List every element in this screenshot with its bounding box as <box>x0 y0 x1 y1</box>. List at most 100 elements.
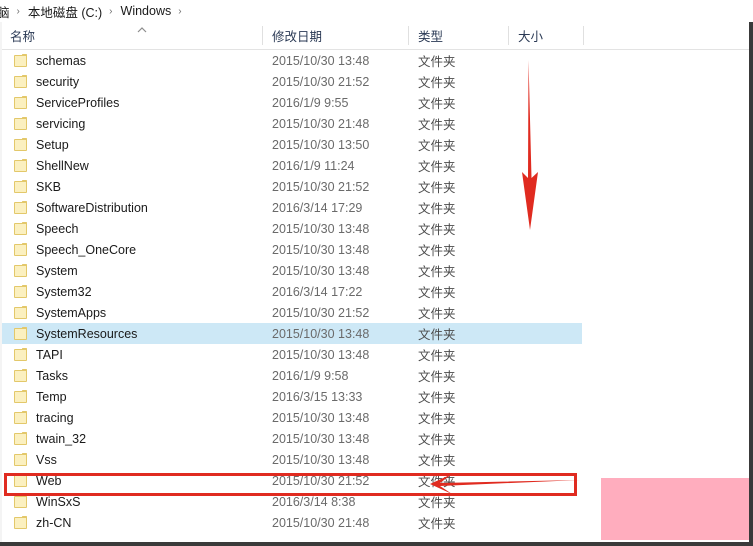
file-name-cell: SystemResources <box>36 326 138 341</box>
file-row[interactable]: SoftwareDistribution 2016/3/14 17:29 文件夹 <box>0 197 753 218</box>
file-date-cell: 2015/10/30 21:52 <box>272 179 370 194</box>
file-date-cell: 2015/10/30 13:48 <box>272 242 370 257</box>
file-row[interactable]: Tasks 2016/1/9 9:58 文件夹 <box>0 365 753 386</box>
folder-icon <box>14 348 28 361</box>
folder-icon-body <box>14 412 27 424</box>
column-header-size[interactable]: 大小 <box>508 22 583 49</box>
folder-icon-body <box>14 202 27 214</box>
folder-icon-body <box>14 517 27 529</box>
file-row[interactable]: WinSxS 2016/3/14 8:38 文件夹 <box>0 491 753 512</box>
folder-icon <box>14 264 28 277</box>
column-header-type-label: 类型 <box>418 30 444 44</box>
file-row[interactable]: SystemResources 2015/10/30 13:48 文件夹 <box>0 323 582 344</box>
file-name-cell: WinSxS <box>36 494 81 509</box>
file-date-cell: 2016/3/14 8:38 <box>272 494 356 509</box>
file-row[interactable]: zh-CN 2015/10/30 21:48 文件夹 <box>0 512 753 533</box>
breadcrumb-separator-icon: › <box>178 5 182 17</box>
file-type-cell: 文件夹 <box>418 223 456 237</box>
file-type-cell: 文件夹 <box>418 118 456 132</box>
column-header-size-label: 大小 <box>518 30 544 44</box>
folder-icon-body <box>14 139 27 151</box>
file-type-cell: 文件夹 <box>418 475 456 489</box>
file-name-cell: Speech_OneCore <box>36 242 137 257</box>
column-header-date-modified[interactable]: 修改日期 <box>262 22 408 49</box>
file-row[interactable]: servicing 2015/10/30 21:48 文件夹 <box>0 113 753 134</box>
file-row[interactable]: ShellNew 2016/1/9 11:24 文件夹 <box>0 155 753 176</box>
folder-icon-body <box>14 391 27 403</box>
folder-icon <box>14 138 28 151</box>
folder-icon-body <box>14 370 27 382</box>
file-name-cell: SystemApps <box>36 305 107 320</box>
file-row[interactable]: tracing 2015/10/30 13:48 文件夹 <box>0 407 753 428</box>
folder-icon <box>14 159 28 172</box>
file-name-cell: security <box>36 74 80 89</box>
column-header-type[interactable]: 类型 <box>408 22 508 49</box>
file-name-cell: Setup <box>36 137 69 152</box>
file-name-cell: Vss <box>36 452 57 467</box>
file-type-cell: 文件夹 <box>418 265 456 279</box>
file-name-cell: Web <box>36 473 62 488</box>
file-type-cell: 文件夹 <box>418 328 456 342</box>
file-row[interactable]: SKB 2015/10/30 21:52 文件夹 <box>0 176 753 197</box>
folder-icon <box>14 306 28 319</box>
file-row[interactable]: security 2015/10/30 21:52 文件夹 <box>0 71 753 92</box>
file-date-cell: 2015/10/30 13:48 <box>272 326 370 341</box>
file-row[interactable]: SystemApps 2015/10/30 21:52 文件夹 <box>0 302 753 323</box>
file-row[interactable]: TAPI 2015/10/30 13:48 文件夹 <box>0 344 753 365</box>
breadcrumb-item-local-disk[interactable]: 本地磁盘 (C:) <box>27 2 103 21</box>
file-row[interactable]: Speech 2015/10/30 13:48 文件夹 <box>0 218 753 239</box>
file-name-cell: zh-CN <box>36 515 72 530</box>
column-header-date-label: 修改日期 <box>272 30 323 44</box>
breadcrumb-item-this-pc[interactable]: 脑 <box>0 2 11 21</box>
file-date-cell: 2016/3/15 13:33 <box>272 389 363 404</box>
file-type-cell: 文件夹 <box>418 160 456 174</box>
file-name-cell: schemas <box>36 53 87 68</box>
file-date-cell: 2015/10/30 13:48 <box>272 263 370 278</box>
column-header-row: 名称 修改日期 类型 大小 <box>0 22 753 50</box>
file-type-cell: 文件夹 <box>418 496 456 510</box>
file-row[interactable]: ServiceProfiles 2016/1/9 9:55 文件夹 <box>0 92 753 113</box>
folder-icon-body <box>14 76 27 88</box>
breadcrumb-separator-icon: › <box>16 5 20 17</box>
file-row[interactable]: schemas 2015/10/30 13:48 文件夹 <box>0 50 753 71</box>
file-name-cell: twain_32 <box>36 431 87 446</box>
file-list[interactable]: schemas 2015/10/30 13:48 文件夹 security 2015/1… <box>0 50 753 542</box>
column-divider[interactable] <box>583 26 584 45</box>
breadcrumb-item-windows[interactable]: Windows <box>120 4 173 18</box>
folder-icon <box>14 54 28 67</box>
folder-icon-body <box>14 223 27 235</box>
file-date-cell: 2016/1/9 11:24 <box>272 158 355 173</box>
file-row[interactable]: Speech_OneCore 2015/10/30 13:48 文件夹 <box>0 239 753 260</box>
file-type-cell: 文件夹 <box>418 202 456 216</box>
folder-icon <box>14 117 28 130</box>
folder-icon <box>14 96 28 109</box>
column-header-name[interactable]: 名称 <box>0 22 262 49</box>
file-row[interactable]: Setup 2015/10/30 13:50 文件夹 <box>0 134 753 155</box>
folder-icon <box>14 432 28 445</box>
file-row[interactable]: Temp 2016/3/15 13:33 文件夹 <box>0 386 753 407</box>
file-type-cell: 文件夹 <box>418 97 456 111</box>
file-type-cell: 文件夹 <box>418 412 456 426</box>
file-type-cell: 文件夹 <box>418 454 456 468</box>
file-row[interactable]: twain_32 2015/10/30 13:48 文件夹 <box>0 428 753 449</box>
folder-icon-body <box>14 496 27 508</box>
file-type-cell: 文件夹 <box>418 349 456 363</box>
folder-icon-body <box>14 286 27 298</box>
file-name-cell: tracing <box>36 410 74 425</box>
file-date-cell: 2015/10/30 21:48 <box>272 116 370 131</box>
file-row[interactable]: Web 2015/10/30 21:52 文件夹 <box>0 470 753 491</box>
breadcrumb-separator-icon: › <box>109 5 113 17</box>
file-row[interactable]: System 2015/10/30 13:48 文件夹 <box>0 260 753 281</box>
folder-icon <box>14 369 28 382</box>
file-type-cell: 文件夹 <box>418 370 456 384</box>
file-row[interactable]: Vss 2015/10/30 13:48 文件夹 <box>0 449 753 470</box>
window-left-border <box>0 22 2 542</box>
folder-icon-body <box>14 160 27 172</box>
file-name-cell: System32 <box>36 284 92 299</box>
sort-ascending-icon <box>136 26 148 34</box>
folder-icon <box>14 390 28 403</box>
file-row[interactable]: System32 2016/3/14 17:22 文件夹 <box>0 281 753 302</box>
file-date-cell: 2015/10/30 13:48 <box>272 410 370 425</box>
file-date-cell: 2015/10/30 13:50 <box>272 137 370 152</box>
folder-icon <box>14 474 28 487</box>
